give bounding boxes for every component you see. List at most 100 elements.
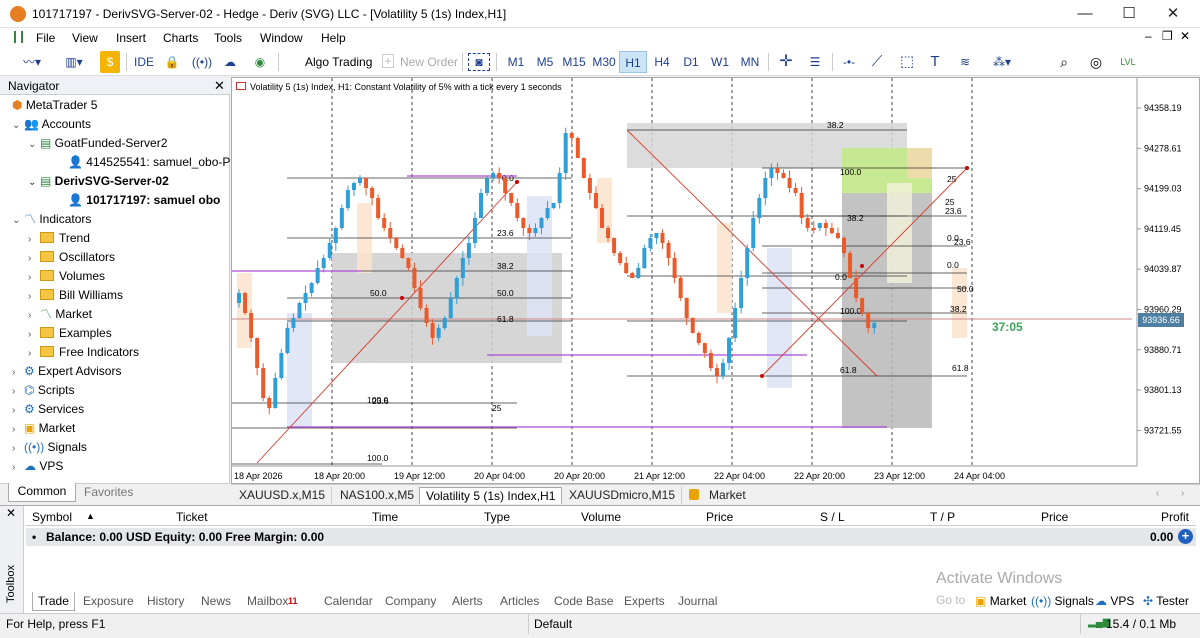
- menu-tools[interactable]: Tools: [214, 31, 242, 45]
- ide-button[interactable]: IDE: [132, 51, 156, 73]
- menu-file[interactable]: File: [36, 31, 55, 45]
- expand-icon[interactable]: ⌄: [12, 212, 24, 230]
- nav-signals[interactable]: › ((•)) Signals: [12, 438, 87, 456]
- chart-type-icon[interactable]: 〰▾: [14, 51, 50, 73]
- templates-icon[interactable]: ▥▾: [56, 51, 92, 73]
- expand-icon[interactable]: ›: [12, 364, 24, 382]
- nav-folder-examples[interactable]: › Examples: [28, 324, 112, 342]
- chart-tab-xauusd[interactable]: XAUUSD.x,M15: [233, 487, 333, 504]
- tf-h4-button[interactable]: H4: [648, 51, 676, 73]
- tab-trade[interactable]: Trade: [32, 592, 75, 611]
- expand-icon[interactable]: ›: [28, 345, 40, 363]
- cloud-icon[interactable]: ☁: [220, 51, 240, 73]
- chart-tab-xauusdmicro[interactable]: XAUUSDmicro,M15: [563, 487, 683, 504]
- tf-m15-button[interactable]: M15: [560, 51, 588, 73]
- expand-icon[interactable]: ⌄: [28, 174, 40, 192]
- new-order-icon[interactable]: +: [382, 54, 394, 68]
- mdi-minimize-button[interactable]: –: [1145, 29, 1152, 43]
- nav-folder-trend[interactable]: › Trend: [28, 229, 90, 247]
- col-price[interactable]: Price: [706, 510, 733, 524]
- chart-tab-volatility5[interactable]: Volatility 5 (1s) Index,H1: [419, 487, 563, 504]
- new-order-button[interactable]: New Order: [400, 51, 458, 73]
- menu-help[interactable]: Help: [321, 31, 346, 45]
- level-icon[interactable]: LVL: [1118, 51, 1138, 73]
- nav-account-414525541[interactable]: 👤 414525541: samuel_obo-Pha: [68, 153, 244, 171]
- mdi-restore-button[interactable]: ❐: [1162, 29, 1173, 43]
- chart-tab-market[interactable]: Market: [703, 487, 752, 504]
- nav-indicators[interactable]: ⌄ 〽 Indicators: [12, 210, 91, 228]
- col-type[interactable]: Type: [484, 510, 510, 524]
- col-current-price[interactable]: Price: [1041, 510, 1068, 524]
- nav-scripts[interactable]: › ⌬ Scripts: [12, 381, 75, 399]
- chart-tab-nas100[interactable]: NAS100.x,M5: [334, 487, 422, 504]
- crosshair-icon[interactable]: ✛: [776, 51, 796, 73]
- expand-icon[interactable]: ›: [28, 250, 40, 268]
- algo-trading-button[interactable]: Algo Trading: [305, 51, 372, 73]
- link-tester[interactable]: ✣ Tester: [1138, 592, 1194, 611]
- tf-h1-button[interactable]: H1: [619, 51, 647, 73]
- nav-root[interactable]: ⬢ MetaTrader 5: [12, 96, 97, 114]
- menu-view[interactable]: View: [72, 31, 98, 45]
- shapes-menu-icon[interactable]: ⁂▾: [984, 51, 1020, 73]
- expand-icon[interactable]: ›: [28, 307, 40, 325]
- nav-expert-advisors[interactable]: › ⚙ Expert Advisors: [12, 362, 121, 380]
- add-position-icon[interactable]: +: [1178, 529, 1193, 544]
- nav-market[interactable]: › ▣ Market: [12, 419, 75, 437]
- fibonacci-icon[interactable]: ≋: [952, 51, 978, 73]
- mdi-close-button[interactable]: ✕: [1180, 29, 1190, 43]
- tab-articles[interactable]: Articles: [495, 592, 544, 611]
- hline-icon[interactable]: -•-: [838, 51, 860, 73]
- expand-icon[interactable]: ›: [12, 421, 24, 439]
- tab-alerts[interactable]: Alerts: [447, 592, 488, 611]
- dollar-icon[interactable]: $: [100, 51, 120, 73]
- expand-icon[interactable]: ›: [28, 269, 40, 287]
- price-chart[interactable]: 94358.19 94278.61 94199.03 94119.45 94039.87…: [232, 78, 1199, 483]
- search-icon[interactable]: ⌕: [1054, 51, 1074, 73]
- link-vps[interactable]: ☁ VPS: [1090, 592, 1139, 611]
- app-menu-icon[interactable]: [14, 31, 23, 43]
- tab-calendar[interactable]: Calendar: [319, 592, 378, 611]
- nav-server-deriv[interactable]: ⌄ ▤ DerivSVG-Server-02: [28, 172, 169, 190]
- maximize-button[interactable]: ☐: [1106, 0, 1152, 28]
- expand-icon[interactable]: ›: [12, 402, 24, 420]
- tf-m5-button[interactable]: M5: [531, 51, 559, 73]
- tabs-scroll-left-icon[interactable]: ‹: [1156, 488, 1159, 499]
- nav-server-goatfunded[interactable]: ⌄ ▤ GoatFunded-Server2: [28, 134, 167, 152]
- col-tp[interactable]: T / P: [930, 510, 955, 524]
- col-profit[interactable]: Profit: [1161, 510, 1189, 524]
- sort-asc-icon[interactable]: ▲: [86, 511, 95, 521]
- tabs-scroll-right-icon[interactable]: ›: [1181, 488, 1184, 499]
- nav-vps[interactable]: › ☁ VPS: [12, 457, 63, 475]
- expand-icon[interactable]: ›: [12, 440, 24, 458]
- menu-window[interactable]: Window: [260, 31, 303, 45]
- expand-icon[interactable]: ⌄: [12, 117, 24, 135]
- col-sl[interactable]: S / L: [820, 510, 845, 524]
- expand-icon[interactable]: ›: [28, 326, 40, 344]
- tf-d1-button[interactable]: D1: [677, 51, 705, 73]
- nav-folder-free-indicators[interactable]: › Free Indicators: [28, 343, 139, 361]
- col-symbol[interactable]: Symbol: [32, 510, 72, 524]
- expand-icon[interactable]: ›: [28, 231, 40, 249]
- navigator-close-icon[interactable]: ✕: [214, 78, 225, 94]
- minimize-button[interactable]: —: [1062, 0, 1108, 28]
- tab-company[interactable]: Company: [380, 592, 441, 611]
- tf-mn-button[interactable]: MN: [736, 51, 764, 73]
- expand-icon[interactable]: ›: [28, 288, 40, 306]
- col-volume[interactable]: Volume: [581, 510, 621, 524]
- nav-folder-oscillators[interactable]: › Oscillators: [28, 248, 115, 266]
- tab-history[interactable]: History: [142, 592, 189, 611]
- expand-icon[interactable]: ›: [12, 383, 24, 401]
- link-signals[interactable]: ((•)) Signals: [1026, 592, 1099, 611]
- tab-news[interactable]: News: [196, 592, 236, 611]
- text-icon[interactable]: T: [924, 51, 946, 73]
- shop-bag-icon[interactable]: 🔒: [162, 51, 182, 73]
- tab-mailbox[interactable]: Mailbox: [242, 592, 293, 611]
- tab-code-base[interactable]: Code Base: [549, 592, 618, 611]
- hlines-icon[interactable]: ☰: [804, 51, 826, 73]
- balance-row[interactable]: • Balance: 0.00 USD Equity: 0.00 Free Ma…: [26, 528, 1196, 546]
- tab-experts[interactable]: Experts: [619, 592, 670, 611]
- col-time[interactable]: Time: [372, 510, 398, 524]
- tf-m1-button[interactable]: M1: [502, 51, 530, 73]
- nav-account-101717197[interactable]: 👤 101717197: samuel obo: [68, 191, 220, 209]
- account-icon[interactable]: ◎: [1086, 51, 1106, 73]
